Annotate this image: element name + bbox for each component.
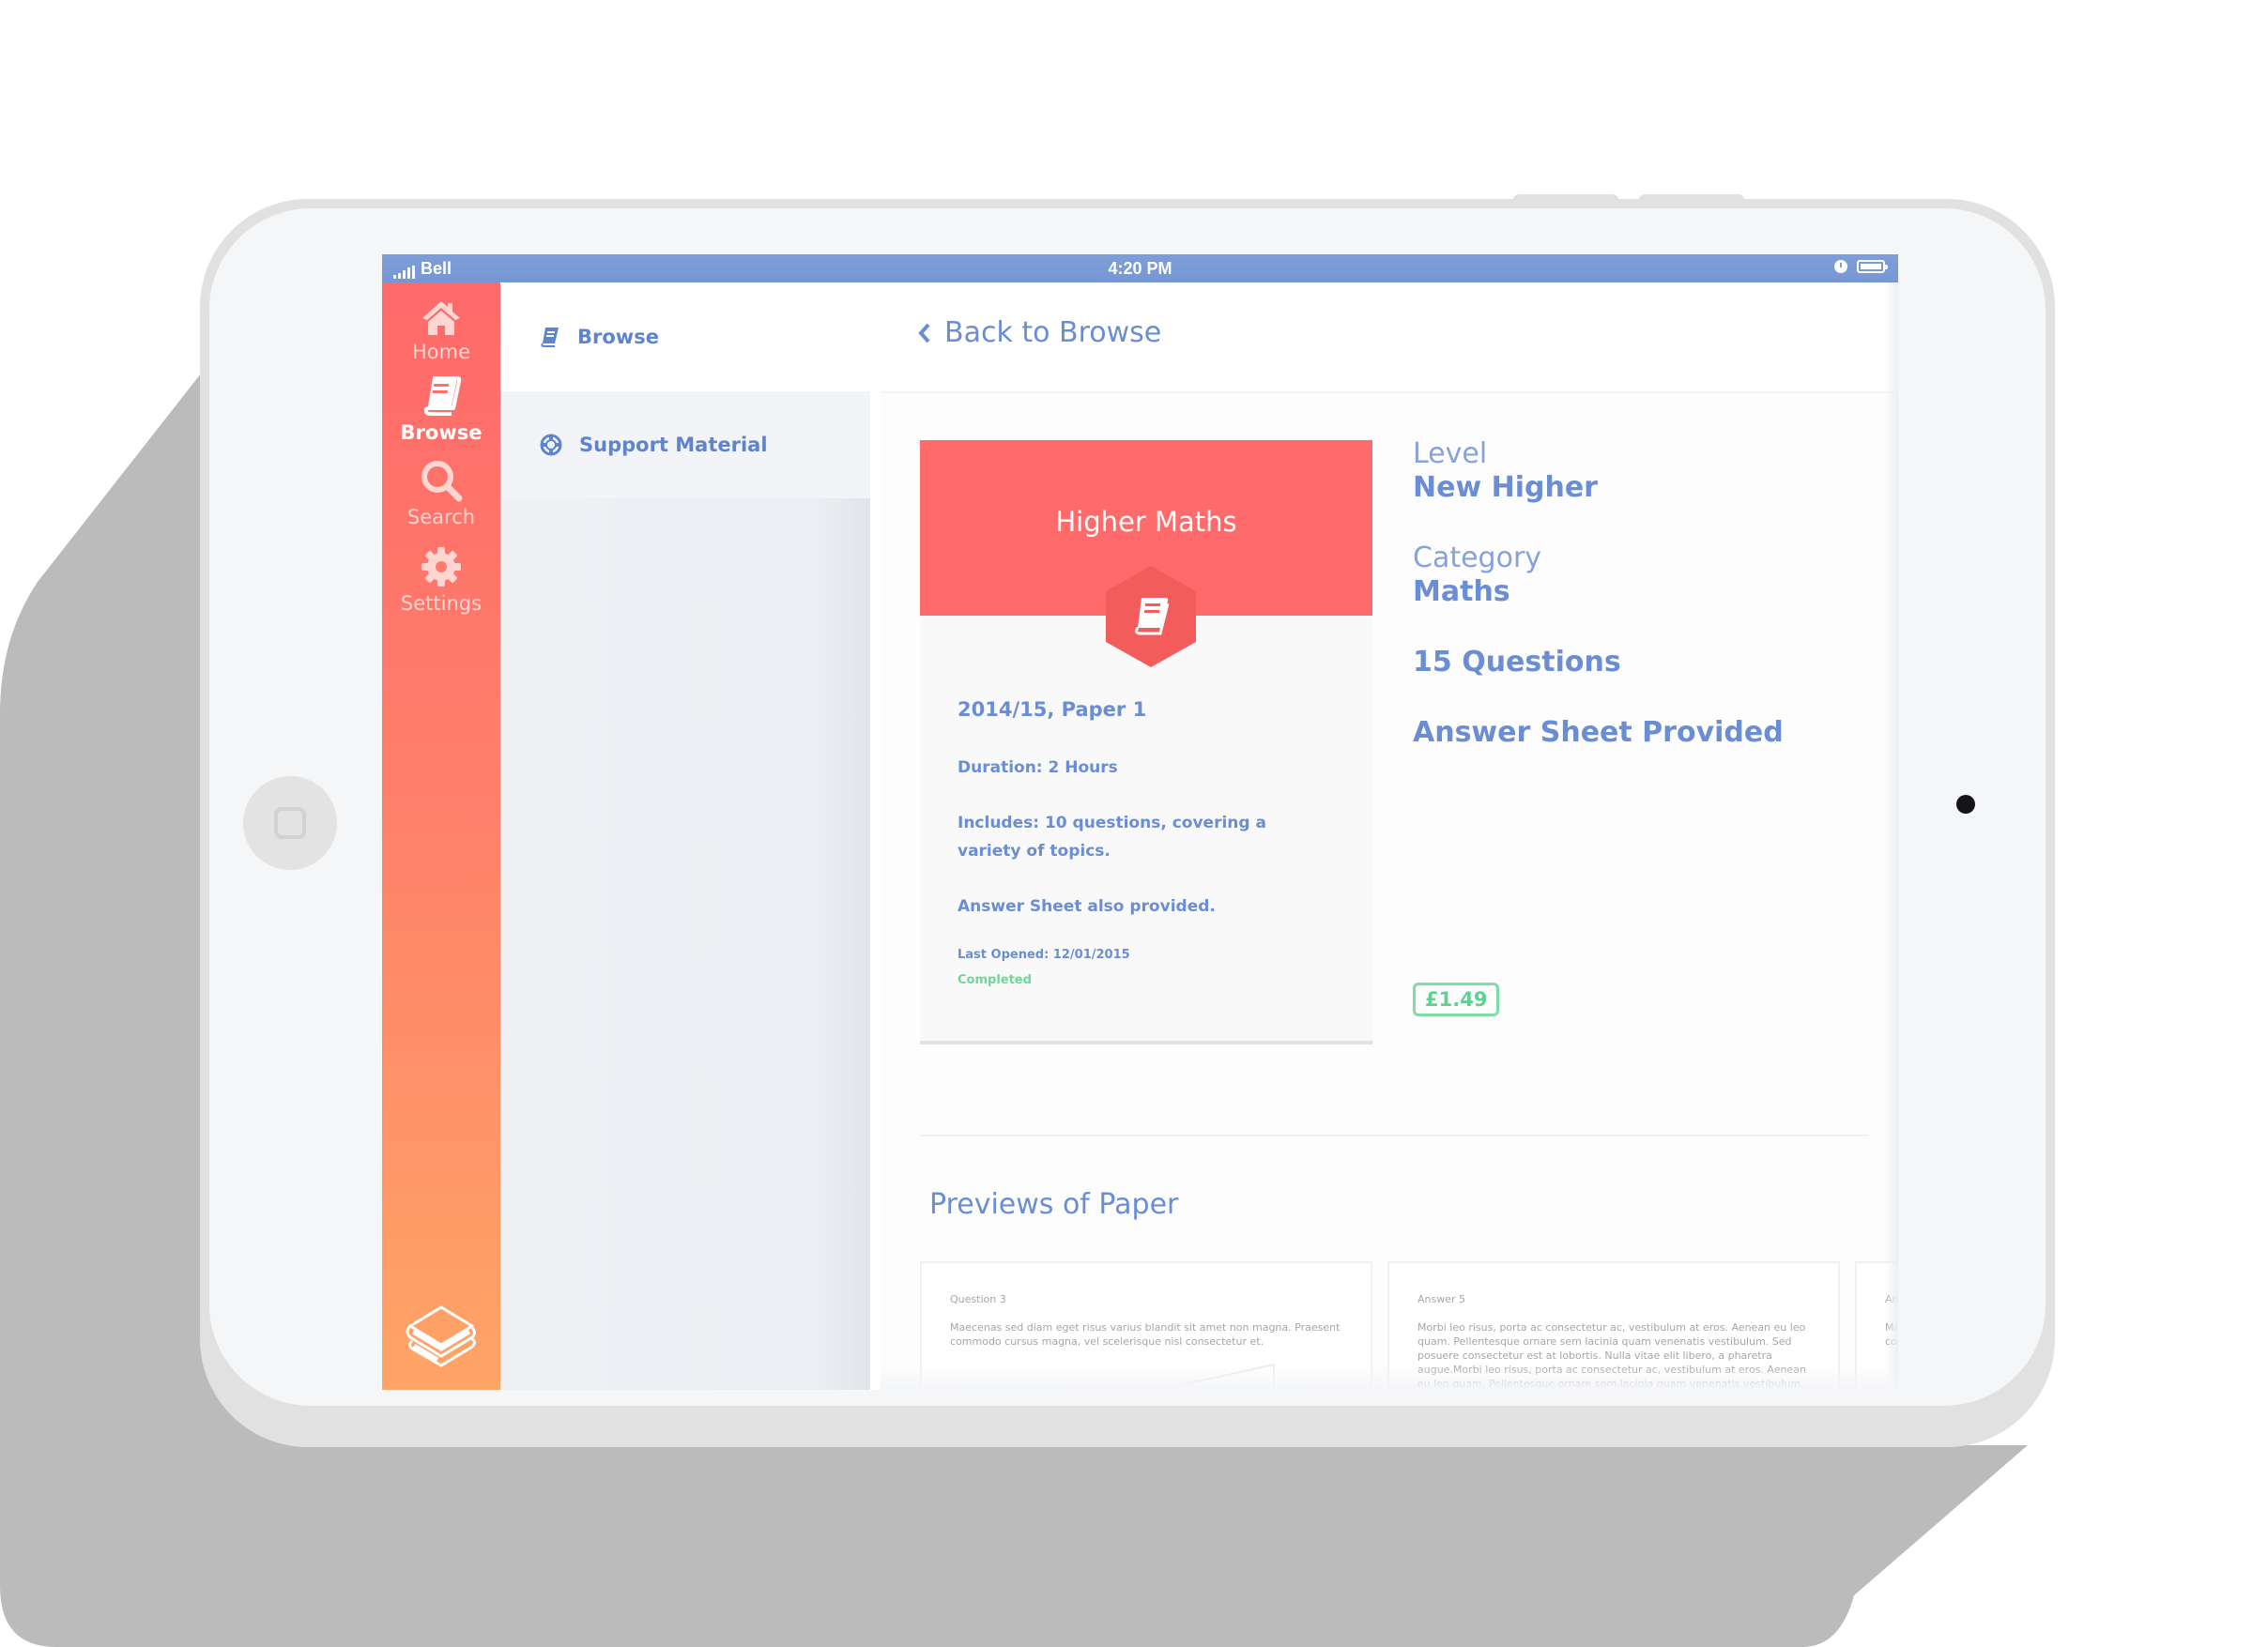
rail-item-label: Browse bbox=[400, 421, 483, 444]
home-icon bbox=[422, 301, 460, 335]
completion-status: Completed bbox=[958, 973, 1032, 987]
question-count: 15 Questions bbox=[1413, 646, 1621, 679]
book-icon bbox=[541, 328, 559, 347]
detail-header: Back to Browse bbox=[881, 282, 1898, 393]
back-to-browse-link[interactable]: Back to Browse bbox=[918, 316, 1161, 349]
paper-duration: Duration: 2 Hours bbox=[958, 758, 1118, 777]
lifebuoy-icon bbox=[540, 434, 562, 456]
preview-card-title: Question 3 bbox=[950, 1293, 1006, 1305]
volume-up-button bbox=[1513, 194, 1618, 202]
home-hardware-button[interactable] bbox=[243, 776, 337, 870]
subnav-item-browse[interactable]: Browse bbox=[500, 282, 870, 391]
level-value: New Higher bbox=[1413, 471, 1598, 504]
subnav-item-label: Support Material bbox=[579, 434, 768, 456]
rail-item-label: Home bbox=[411, 341, 470, 363]
rail-item-label: Search bbox=[406, 506, 476, 528]
subject-badge bbox=[1106, 566, 1196, 667]
screen-edge-fade bbox=[1885, 282, 1898, 1390]
home-button-square-icon bbox=[274, 807, 306, 839]
tablet-screen: Bell 4:20 PM Home Browse Search Settings bbox=[382, 254, 1898, 1390]
category-value: Maths bbox=[1413, 575, 1510, 608]
subnav-item-label: Browse bbox=[577, 326, 659, 348]
volume-down-button bbox=[1639, 194, 1744, 202]
secondary-nav-panel: Browse Support Material bbox=[500, 282, 870, 1390]
active-item-pointer bbox=[868, 282, 880, 391]
preview-card-title: Answer 5 bbox=[1418, 1293, 1466, 1305]
paper-includes: Includes: 10 questions, covering a varie… bbox=[958, 814, 1266, 861]
books-stack-icon[interactable] bbox=[405, 1304, 478, 1369]
chevron-left-icon bbox=[918, 323, 930, 343]
price-button[interactable]: £1.49 bbox=[1413, 983, 1500, 1016]
status-bar: Bell 4:20 PM bbox=[382, 254, 1898, 282]
front-camera bbox=[1956, 795, 1975, 814]
book-icon bbox=[423, 376, 462, 416]
paper-answer-note: Answer Sheet also provided. bbox=[958, 897, 1216, 916]
paper-card-title: Higher Maths bbox=[1055, 506, 1237, 538]
rail-item-browse[interactable]: Browse bbox=[382, 374, 500, 444]
paper-detail-view: Back to Browse Higher Maths 2014/15, Pap… bbox=[881, 282, 1898, 1390]
section-divider bbox=[920, 1135, 1868, 1136]
alarm-clock-icon bbox=[1834, 260, 1847, 273]
back-label: Back to Browse bbox=[944, 316, 1162, 349]
paper-details: Level New Higher Category Maths 15 Quest… bbox=[1413, 437, 1784, 786]
gear-icon bbox=[421, 547, 461, 587]
previews-heading: Previews of Paper bbox=[929, 1188, 1179, 1221]
subnav-item-support-material[interactable]: Support Material bbox=[500, 391, 870, 498]
battery-icon bbox=[1857, 260, 1888, 273]
paper-card[interactable]: Higher Maths 2014/15, Paper 1 Duration: … bbox=[920, 440, 1372, 1045]
status-time: 4:20 PM bbox=[1108, 259, 1172, 278]
rail-item-home[interactable]: Home bbox=[382, 299, 500, 363]
last-opened: Last Opened: 12/01/2015 bbox=[958, 948, 1130, 962]
rail-item-label: Settings bbox=[400, 592, 483, 615]
rail-item-search[interactable]: Search bbox=[382, 459, 500, 528]
level-label: Level bbox=[1413, 437, 1488, 470]
rail-item-settings[interactable]: Settings bbox=[382, 545, 500, 615]
preview-card-body: Maecenas sed diam eget risus varius blan… bbox=[950, 1321, 1341, 1348]
paper-year: 2014/15, Paper 1 bbox=[958, 698, 1147, 721]
primary-nav-rail: Home Browse Search Settings bbox=[382, 282, 500, 1390]
answer-sheet-info: Answer Sheet Provided bbox=[1413, 716, 1784, 749]
category-label: Category bbox=[1413, 541, 1542, 574]
scroll-fade bbox=[881, 1365, 1898, 1390]
search-icon bbox=[421, 461, 463, 502]
